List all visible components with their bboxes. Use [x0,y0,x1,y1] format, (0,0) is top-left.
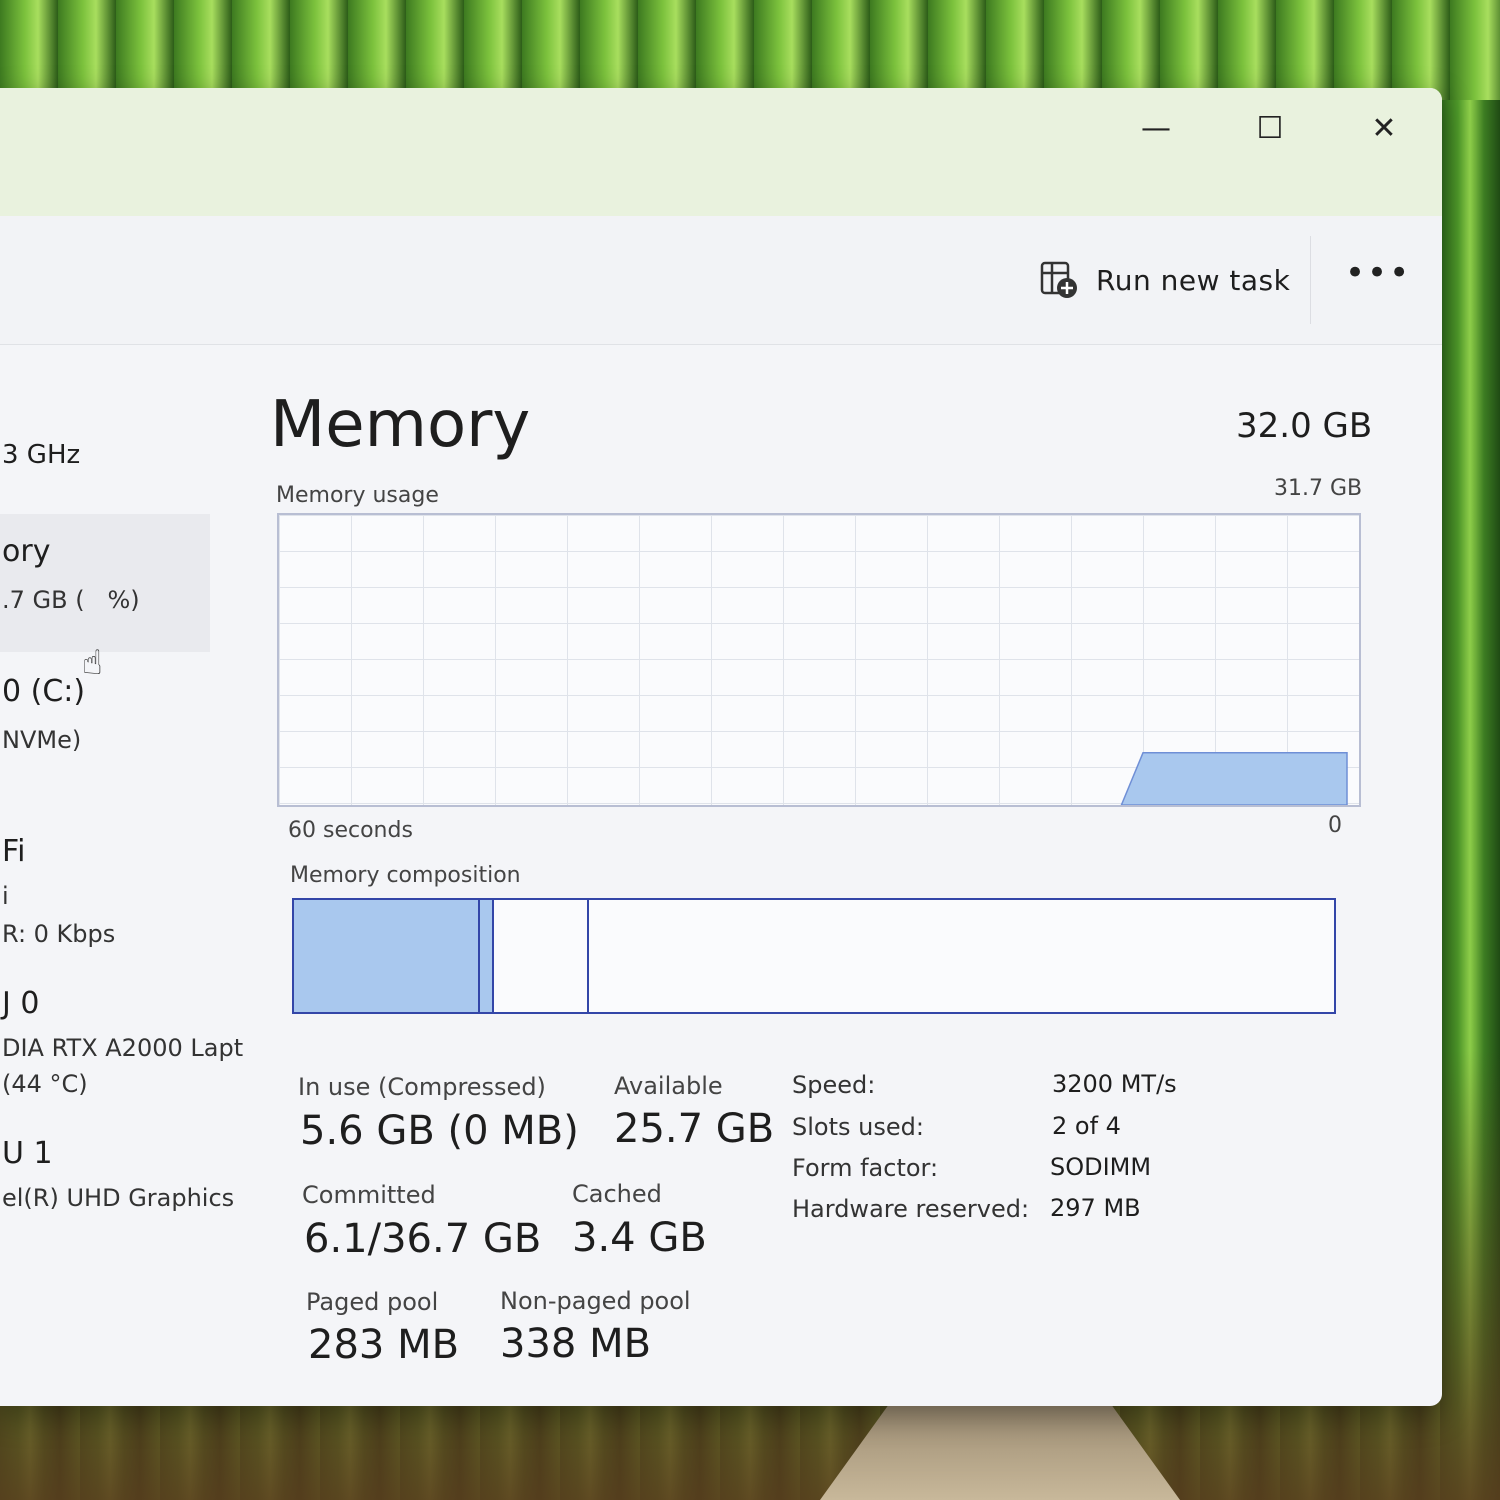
speed-label: Speed: [792,1071,876,1099]
sidebar-memory-title: ory [2,534,51,569]
more-icon: ••• [1345,253,1412,293]
slots-label: Slots used: [792,1113,924,1141]
nonpaged-pool-label: Non-paged pool [500,1287,691,1315]
form-factor-value: SODIMM [1050,1153,1152,1181]
maximize-icon: ☐ [1256,110,1284,146]
toolbar-divider [1310,236,1311,324]
hardware-reserved-label: Hardware reserved: [792,1195,1030,1223]
sidebar-wifi-rate: R: 0 Kbps [2,920,116,948]
hand-cursor-icon: ☝ [82,643,103,683]
run-task-icon [1040,261,1078,299]
close-button[interactable]: ✕ [1354,102,1414,154]
minimize-icon: — [1141,110,1171,146]
page-title: Memory [270,388,531,462]
sidebar-item-disk[interactable]: 0 (C:) [2,674,85,709]
nonpaged-pool-value: 338 MB [500,1321,652,1367]
usage-graph-svg [1120,752,1348,805]
in-use-value: 5.6 GB (0 MB) [300,1108,579,1154]
graph-time-left: 60 seconds [288,818,413,843]
sidebar-gpu0-sub: DIA RTX A2000 Lapt [2,1034,244,1062]
graph-time-right: 0 [1328,813,1342,838]
performance-sidebar: 3 GHz ory .7 GB ( %) 0 (C:) NVMe) Fi i R… [0,344,244,1406]
form-factor-label: Form factor: [792,1154,939,1182]
speed-value: 3200 MT/s [1052,1070,1177,1098]
sidebar-gpu0-temp: (44 °C) [2,1070,88,1098]
task-manager-window: — ☐ ✕ Run new task ••• 3 GHz ory .7 GB (… [0,88,1442,1406]
sidebar-memory-sub: .7 GB ( %) [2,586,140,614]
sidebar-item-gpu0[interactable]: J 0 [2,986,39,1021]
memory-composition-label: Memory composition [290,863,521,888]
memory-composition-bar [292,898,1336,1014]
composition-standby[interactable] [493,900,590,1012]
cached-label: Cached [572,1180,662,1208]
sidebar-cpu-sub[interactable]: 3 GHz [2,440,80,470]
sidebar-disk-sub: NVMe) [2,726,82,754]
wallpaper-bamboo [0,0,1500,100]
more-options-button[interactable]: ••• [1345,256,1409,296]
close-icon: ✕ [1371,110,1397,146]
memory-total: 32.0 GB [1236,406,1373,446]
available-value: 25.7 GB [614,1106,775,1152]
committed-label: Committed [302,1181,436,1209]
paged-pool-label: Paged pool [306,1288,439,1316]
toolbar: Run new task ••• [0,216,1442,345]
composition-free[interactable] [589,900,1330,1012]
in-use-label: In use (Compressed) [298,1073,546,1101]
run-new-task-label: Run new task [1096,263,1291,297]
sidebar-item-gpu1[interactable]: U 1 [2,1136,53,1171]
maximize-button[interactable]: ☐ [1240,102,1300,154]
wallpaper-path [820,1400,1180,1500]
run-new-task-button[interactable]: Run new task [1040,256,1290,304]
paged-pool-value: 283 MB [308,1322,460,1368]
memory-usage-label: Memory usage [276,483,439,508]
composition-in-use[interactable] [294,900,481,1012]
available-label: Available [614,1072,723,1100]
memory-usage-graph [277,513,1361,807]
slots-value: 2 of 4 [1052,1112,1121,1140]
composition-modified[interactable] [480,900,494,1012]
minimize-button[interactable]: — [1126,102,1186,154]
sidebar-item-wifi[interactable]: Fi [2,834,25,869]
hardware-reserved-value: 297 MB [1050,1194,1141,1222]
title-bar: — ☐ ✕ [0,88,1442,217]
sidebar-gpu1-sub: el(R) UHD Graphics [2,1184,235,1212]
committed-value: 6.1/36.7 GB [304,1216,542,1262]
cached-value: 3.4 GB [572,1215,707,1261]
usage-area [1120,752,1348,805]
sidebar-wifi-sub: i [2,882,9,910]
memory-usage-max: 31.7 GB [1274,476,1363,501]
